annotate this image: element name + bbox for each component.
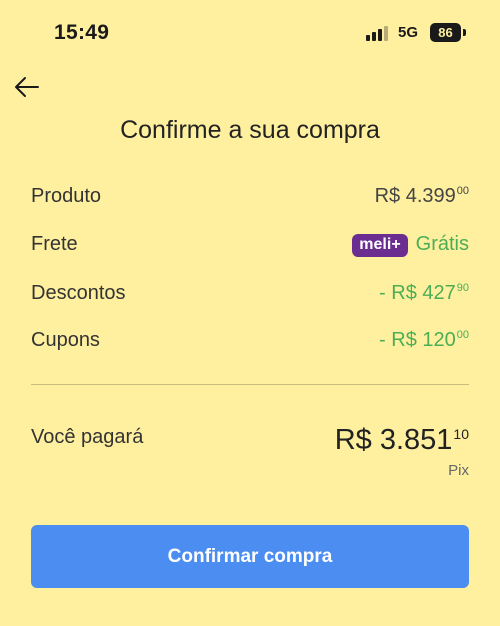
total-amount-main: R$ 3.851 (334, 424, 453, 456)
summary-row-shipping: Frete meli+ Grátis (31, 231, 469, 261)
confirm-purchase-button[interactable]: Confirmar compra (31, 525, 469, 588)
shipping-label: Frete (31, 233, 78, 255)
network-type: 5G (398, 24, 419, 41)
coupons-value-cents: 00 (456, 329, 469, 341)
product-price-main: R$ 4.399 (374, 185, 456, 207)
page-title: Confirme a sua compra (120, 116, 380, 144)
product-price-cents: 00 (456, 185, 469, 197)
discounts-label: Descontos (31, 282, 126, 304)
total-amount-cents: 10 (453, 426, 469, 442)
discounts-value-main: - R$ 427 (379, 282, 456, 304)
cellular-signal-icon (366, 25, 392, 41)
status-time: 15:49 (54, 21, 110, 44)
back-button[interactable] (12, 72, 42, 102)
divider (31, 384, 469, 385)
meli-plus-badge: meli+ (352, 234, 408, 257)
summary-row-discounts: Descontos - R$ 427 90 (31, 280, 469, 310)
battery-icon: 86 (430, 23, 461, 42)
product-label: Produto (31, 185, 102, 207)
coupons-label: Cupons (31, 329, 100, 351)
summary-row-coupons: Cupons - R$ 120 00 (31, 327, 469, 357)
coupons-value: - R$ 120 00 (379, 329, 469, 352)
discounts-value: - R$ 427 90 (379, 282, 469, 305)
total-label: Você pagará (31, 426, 144, 448)
shipping-price-main: Grátis (415, 233, 469, 255)
total-amount: R$ 3.851 10 (335, 424, 469, 457)
payment-method: Pix (448, 462, 469, 479)
discounts-value-cents: 90 (456, 282, 469, 294)
battery-nub (463, 29, 466, 36)
arrow-left-icon (15, 77, 39, 97)
product-price: R$ 4.399 00 (375, 185, 469, 208)
status-bar: 15:49 5G 86 (0, 0, 500, 66)
summary-row-product: Produto R$ 4.399 00 (31, 183, 469, 213)
coupons-value-main: - R$ 120 (379, 329, 456, 351)
shipping-price: meli+ Grátis (352, 233, 469, 257)
